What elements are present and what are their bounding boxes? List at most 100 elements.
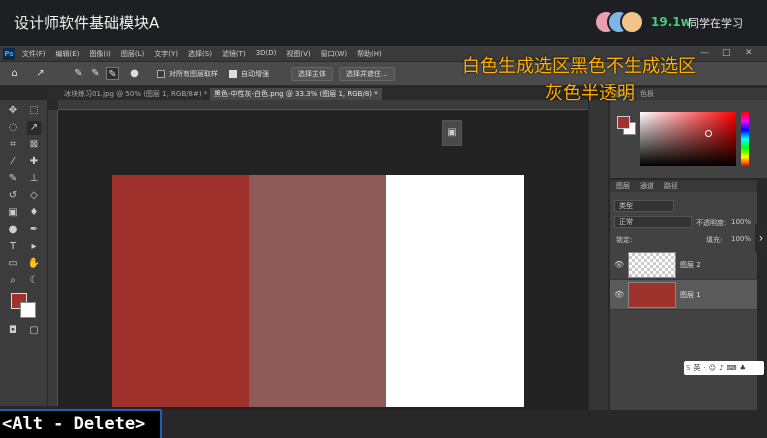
menu-items: 文件(F) 编辑(E) 图像(I) 图层(L) 文字(Y) 选择(S) 滤镜(T…	[22, 49, 382, 59]
tools-panel: ✥ ⬚ ◌ ↗ ⌗ ⊠ ⁄ ✚ ✎ ⊥ ↺ ◇ ▣ ♦ ● ✒ T ▸ ▭ ✋ …	[0, 100, 48, 406]
menu-select[interactable]: 选择(S)	[188, 49, 212, 59]
foreground-color-chip[interactable]	[617, 116, 630, 129]
avatar	[620, 10, 644, 34]
maximize-icon[interactable]: □	[722, 48, 731, 58]
layers-panel: 图层 通道 路径 类型 正常 不透明度: 100% 锁定: 填充: 100% 👁…	[610, 180, 757, 410]
menu-edit[interactable]: 编辑(E)	[56, 49, 80, 59]
menu-filter[interactable]: 滤镜(T)	[222, 49, 246, 59]
add-selection-icon[interactable]: ✎	[89, 67, 102, 80]
home-icon[interactable]: ⌂	[8, 67, 21, 80]
select-subject-button[interactable]: 选择主体	[291, 67, 333, 81]
ime-logo-icon: S	[686, 364, 691, 372]
lasso-icon[interactable]: ◌	[6, 121, 20, 135]
ime-language[interactable]: 英	[693, 363, 700, 373]
shortcut-caption: <Alt - Delete>	[0, 409, 162, 438]
sample-all-layers-checkbox[interactable]	[157, 70, 165, 78]
menu-type[interactable]: 文字(Y)	[154, 49, 178, 59]
ime-toolbar[interactable]: S 英 · ☺ ♪ ⌨ ♣	[684, 361, 764, 375]
menu-3d[interactable]: 3D(D)	[256, 49, 277, 59]
tab-ice-practice[interactable]: 冰块练习01.jpg @ 50% (图层 1, RGB/8#) *	[60, 88, 211, 100]
background-color-swatch[interactable]	[20, 302, 36, 318]
layer-filter-select[interactable]: 类型	[614, 200, 674, 212]
document-tab-bar: 冰块练习01.jpg @ 50% (图层 1, RGB/8#) * 黑色-中性灰…	[48, 88, 588, 100]
menu-file[interactable]: 文件(F)	[22, 49, 46, 59]
path-select-icon[interactable]: ▸	[27, 240, 41, 254]
quick-select-icon[interactable]: ↗	[27, 121, 41, 135]
ime-emoji-icon[interactable]: ☺	[709, 364, 716, 372]
zoom-icon[interactable]: ⌕	[6, 274, 20, 288]
annotation-line-1: 白色生成选区黑色不生成选区	[462, 56, 696, 77]
eraser-icon[interactable]: ◇	[27, 189, 41, 203]
blend-mode-select[interactable]: 正常	[614, 216, 692, 228]
ime-punct-icon[interactable]: ·	[703, 364, 705, 372]
quick-mask-icon[interactable]: ◘	[6, 324, 20, 338]
fill-label: 填充:	[706, 236, 723, 244]
ime-keyboard-icon[interactable]: ⌨	[726, 364, 736, 372]
select-and-mask-button[interactable]: 选择并遮住...	[339, 67, 395, 81]
ime-skin-icon[interactable]: ♣	[740, 364, 746, 372]
color-picker-field[interactable]	[640, 112, 736, 166]
menu-window[interactable]: 窗口(W)	[321, 49, 347, 59]
panel-toggle-icon[interactable]: ▣	[442, 120, 462, 146]
chevron-right-icon[interactable]: ›	[755, 224, 767, 252]
layers-panel-tabs: 图层 通道 路径	[610, 180, 757, 192]
move-tool-icon[interactable]: ✥	[6, 104, 20, 118]
patch-tool-icon[interactable]: ✚	[27, 155, 41, 169]
photoshop-logo: Ps	[3, 48, 15, 60]
hue-slider[interactable]	[741, 112, 749, 166]
auto-enhance-label: 自动增强	[241, 70, 269, 78]
frame-tool-icon[interactable]: ⊠	[27, 138, 41, 152]
history-brush-icon[interactable]: ↺	[6, 189, 20, 203]
menu-help[interactable]: 帮助(H)	[357, 49, 382, 59]
dodge-tool-icon[interactable]: ●	[6, 223, 20, 237]
tab-black-gray-white[interactable]: 黑色-中性灰-白色.png @ 33.3% (图层 1, RGB/8) *	[210, 88, 382, 100]
layer-name[interactable]: 图层 1	[680, 290, 701, 300]
new-selection-icon[interactable]: ✎	[72, 67, 85, 80]
tab-paths[interactable]: 路径	[664, 180, 678, 192]
layer-row-2[interactable]: 👁 图层 2	[610, 250, 757, 280]
sample-all-layers-label: 对所有图层取样	[169, 70, 218, 78]
swatch-red	[112, 175, 249, 407]
blur-tool-icon[interactable]: ♦	[27, 206, 41, 220]
color-picker-marker[interactable]	[705, 130, 712, 137]
vertical-ruler	[48, 110, 58, 406]
banana-icon: ☾	[29, 275, 39, 286]
quick-select-tool-icon[interactable]: ↗	[34, 67, 47, 80]
tab-layers[interactable]: 图层	[616, 180, 630, 192]
subtract-selection-icon[interactable]: ✎	[106, 67, 119, 80]
brush-icon[interactable]: ✎	[6, 172, 20, 186]
screen-mode-icon[interactable]: ▢	[27, 324, 41, 338]
horizontal-ruler	[58, 100, 588, 110]
layer-thumbnail	[628, 282, 676, 308]
tab-channels[interactable]: 通道	[640, 180, 654, 192]
close-icon[interactable]: ✕	[745, 48, 753, 58]
auto-enhance-checkbox[interactable]	[229, 70, 237, 78]
layer-name[interactable]: 图层 2	[680, 260, 701, 270]
opacity-value[interactable]: 100%	[731, 218, 751, 226]
hand-icon[interactable]: ✋	[27, 257, 41, 271]
layer-row-1[interactable]: 👁 图层 1	[610, 280, 757, 310]
eye-icon[interactable]: 👁	[614, 260, 624, 269]
swatch-gray	[249, 175, 386, 407]
document-canvas[interactable]	[112, 175, 524, 407]
viewer-label: 同学在学习	[688, 17, 743, 30]
menu-image[interactable]: 图像(I)	[89, 49, 111, 59]
brush-size-icon[interactable]: ●	[128, 67, 141, 80]
tab-swatches[interactable]: 色板	[640, 88, 654, 100]
type-tool-icon[interactable]: T	[6, 240, 20, 254]
fill-value[interactable]: 100%	[731, 235, 751, 243]
stamp-tool-icon[interactable]: ⊥	[27, 172, 41, 186]
ime-mic-icon[interactable]: ♪	[719, 364, 723, 372]
eyedropper-icon[interactable]: ⁄	[6, 155, 20, 169]
marquee-tool-icon[interactable]: ⬚	[27, 104, 41, 118]
menu-view[interactable]: 视图(V)	[286, 49, 310, 59]
pen-tool-icon[interactable]: ✒	[27, 223, 41, 237]
gradient-tool-icon[interactable]: ▣	[6, 206, 20, 220]
crop-tool-icon[interactable]: ⌗	[6, 138, 20, 152]
menu-layer[interactable]: 图层(L)	[121, 49, 144, 59]
eye-icon[interactable]: 👁	[614, 290, 624, 299]
shape-tool-icon[interactable]: ▭	[6, 257, 20, 271]
viewer-count: 19.1w	[651, 15, 692, 29]
minimize-icon[interactable]: —	[700, 48, 709, 58]
right-dock	[588, 100, 608, 410]
